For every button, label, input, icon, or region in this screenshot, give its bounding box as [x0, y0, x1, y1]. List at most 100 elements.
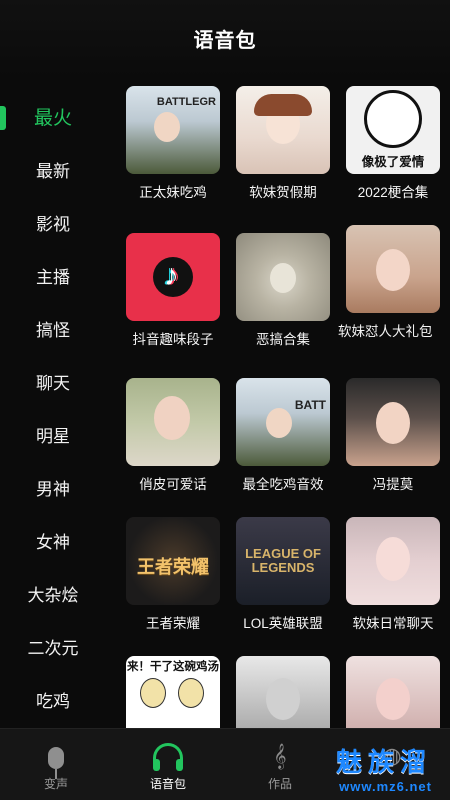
nav-voice-changer[interactable]: 变声 — [16, 739, 96, 792]
headphones-icon — [128, 739, 208, 771]
panda-face — [364, 90, 422, 148]
thumbnail-image — [346, 225, 440, 313]
voice-pack-card[interactable]: 冯提莫 — [338, 378, 448, 494]
card-label: 冯提莫 — [372, 477, 414, 492]
sidebar-item-streamer[interactable]: 主播 — [0, 255, 106, 295]
card-label: 软妹日常聊天 — [352, 616, 434, 631]
sidebar-item-label: 聊天 — [36, 373, 70, 393]
nav-label: 语音包 — [149, 777, 186, 791]
sidebar-item-label: 搞怪 — [36, 320, 70, 340]
voice-pack-grid: BATTLEGR 正太妹吃鸡 软妹贺假期 像极了爱情 2022梗合集 抖音趣味段… — [118, 80, 450, 728]
sidebar-item-label: 男神 — [36, 479, 70, 499]
thumbnail-image: BATTLEGR — [126, 86, 220, 174]
sidebar-item-label: 大杂烩 — [27, 585, 79, 605]
voice-pack-card[interactable]: 软妹怼人大礼包 — [338, 225, 448, 341]
card-label: LOL英雄联盟 — [243, 616, 323, 631]
thumbnail-image — [236, 656, 330, 728]
sidebar-item-mixed[interactable]: 大杂烩 — [0, 573, 106, 613]
meme-face — [178, 678, 204, 708]
watermark-url: www.mz6.net — [339, 779, 432, 794]
thumbnail-image: 像极了爱情 — [346, 86, 440, 174]
active-indicator — [0, 106, 6, 130]
voice-pack-card[interactable]: 软妹日常聊天 — [338, 517, 448, 633]
voice-pack-card[interactable]: 恶搞合集 — [228, 233, 338, 349]
person-face — [154, 396, 190, 440]
nav-label: 作品 — [267, 777, 292, 791]
sidebar-item-label: 影视 — [36, 214, 70, 234]
watermark-title: 魅族溜 — [335, 747, 432, 777]
sidebar-item-hot[interactable]: 最火 — [0, 96, 106, 136]
person-face — [376, 678, 410, 720]
sidebar-item-label: 最新 — [36, 161, 70, 181]
thumbnail-text: 像极了爱情 — [361, 155, 425, 169]
top-bar: 语音包 — [0, 0, 450, 78]
thumbnail-text: BATT — [294, 398, 326, 412]
sidebar-item-label: 主播 — [36, 267, 70, 287]
card-label: 抖音趣味段子 — [132, 332, 214, 347]
sidebar-item-pubg[interactable]: 吃鸡 — [0, 679, 106, 719]
thumbnail-text: 来！干了这碗鸡汤 — [127, 661, 219, 673]
card-label: 正太妹吃鸡 — [139, 185, 207, 200]
category-sidebar: 最火 最新 影视 主播 搞怪 聊天 明星 男神 女神 大杂烩 二次元 吃鸡 — [0, 88, 106, 728]
voice-pack-card[interactable]: 像极了爱情 2022梗合集 — [338, 86, 448, 202]
person-face — [376, 537, 410, 581]
sidebar-item-funny[interactable]: 搞怪 — [0, 308, 106, 348]
thumbnail-text: LEAGUE OF LEGENDS — [245, 546, 321, 575]
music-note-icon: 𝄞 — [273, 743, 287, 768]
sidebar-item-label: 明星 — [36, 426, 70, 446]
voice-pack-card[interactable]: 王者荣耀 王者荣耀 — [118, 517, 228, 633]
card-label: 2022梗合集 — [357, 185, 429, 200]
meme-face — [140, 678, 166, 708]
card-label: 恶搞合集 — [256, 332, 310, 347]
voice-pack-card[interactable]: BATT 最全吃鸡音效 — [228, 378, 338, 494]
voice-pack-card[interactable]: 来！干了这碗鸡汤 — [118, 656, 228, 728]
microphone-icon — [16, 739, 96, 779]
person-face — [266, 678, 300, 720]
sidebar-item-label: 二次元 — [27, 638, 79, 658]
sidebar-item-label: 吃鸡 — [36, 691, 70, 711]
sidebar-item-star[interactable]: 明星 — [0, 414, 106, 454]
thumbnail-image — [126, 233, 220, 321]
watermark: 魅族溜 www.mz6.net — [336, 742, 432, 794]
voice-pack-card[interactable] — [228, 656, 338, 728]
sidebar-item-chat[interactable]: 聊天 — [0, 361, 106, 401]
card-label: 软妹怼人大礼包 — [338, 324, 433, 339]
sidebar-item-male-idol[interactable]: 男神 — [0, 467, 106, 507]
thumbnail-text: BATTLEGR — [156, 96, 216, 108]
voice-pack-card[interactable]: 俏皮可爱话 — [118, 378, 228, 494]
nav-voice-pack[interactable]: 语音包 — [128, 739, 208, 792]
thumbnail-image — [236, 86, 330, 174]
nav-works[interactable]: 𝄞 作品 — [240, 739, 320, 792]
tiktok-icon — [153, 257, 193, 297]
hair-shape — [254, 94, 312, 116]
thumbnail-image — [346, 378, 440, 466]
card-label: 软妹贺假期 — [249, 185, 317, 200]
card-label: 俏皮可爱话 — [139, 477, 207, 492]
thumbnail-image: 王者荣耀 — [126, 517, 220, 605]
thumbnail-image: 来！干了这碗鸡汤 — [126, 656, 220, 728]
card-label: 王者荣耀 — [146, 616, 200, 631]
voice-pack-card[interactable] — [338, 656, 448, 728]
voice-pack-card[interactable]: 软妹贺假期 — [228, 86, 338, 202]
thumbnail-image: BATT — [236, 378, 330, 466]
card-label: 最全吃鸡音效 — [242, 477, 324, 492]
sheep-face — [270, 263, 296, 293]
person-face — [376, 402, 410, 444]
sidebar-item-film[interactable]: 影视 — [0, 202, 106, 242]
thumbnail-image — [126, 378, 220, 466]
character-face — [266, 408, 292, 438]
sidebar-item-newest[interactable]: 最新 — [0, 149, 106, 189]
voice-pack-card[interactable]: BATTLEGR 正太妹吃鸡 — [118, 86, 228, 202]
page-title: 语音包 — [193, 30, 257, 52]
sidebar-item-label: 女神 — [36, 532, 70, 552]
thumbnail-image — [346, 656, 440, 728]
thumbnail-image: LEAGUE OF LEGENDS — [236, 517, 330, 605]
sidebar-item-anime[interactable]: 二次元 — [0, 626, 106, 666]
voice-pack-card[interactable]: LEAGUE OF LEGENDS LOL英雄联盟 — [228, 517, 338, 633]
thumbnail-image — [346, 517, 440, 605]
bottom-nav: 变声 语音包 𝄞 作品 ◍ 魅族溜 www.mz6.net — [0, 728, 450, 800]
thumbnail-image — [236, 233, 330, 321]
voice-pack-card[interactable]: 抖音趣味段子 — [118, 233, 228, 349]
sidebar-item-female-idol[interactable]: 女神 — [0, 520, 106, 560]
character-face — [154, 112, 180, 142]
